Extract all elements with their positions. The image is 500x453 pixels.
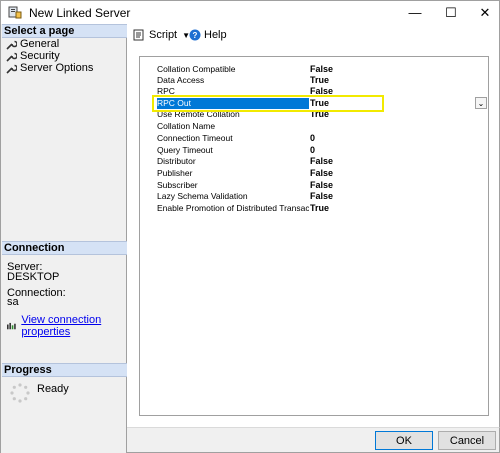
view-connection-row: View connection properties bbox=[7, 314, 126, 338]
linked-server-icon bbox=[8, 6, 22, 19]
connection-value: sa bbox=[7, 296, 19, 308]
option-name: Subscriber bbox=[157, 180, 198, 190]
page-item-security[interactable]: Security bbox=[6, 50, 60, 62]
highlight-box bbox=[152, 95, 384, 112]
option-value[interactable]: 0 bbox=[310, 145, 470, 156]
close-button[interactable]: ✕ bbox=[467, 1, 500, 24]
script-label: Script bbox=[149, 29, 178, 41]
page-item-label: Server Options bbox=[20, 62, 94, 74]
progress-status: Ready bbox=[37, 383, 69, 395]
help-button[interactable]: ? Help bbox=[189, 29, 227, 41]
option-value[interactable]: False bbox=[310, 64, 470, 75]
cancel-button[interactable]: Cancel bbox=[438, 431, 496, 450]
option-value[interactable]: 0 bbox=[310, 133, 470, 144]
window-title: New Linked Server bbox=[29, 6, 131, 20]
option-name: Connection Timeout bbox=[157, 133, 233, 143]
option-value[interactable]: False bbox=[310, 156, 470, 167]
option-value[interactable]: True bbox=[310, 75, 470, 86]
option-value[interactable]: True bbox=[310, 203, 470, 214]
option-row-publisher[interactable]: Publisher False bbox=[157, 168, 487, 179]
option-name: Lazy Schema Validation bbox=[157, 191, 248, 201]
option-value[interactable]: False bbox=[310, 180, 470, 191]
select-page-header: Select a page bbox=[2, 24, 127, 38]
option-name: Distributor bbox=[157, 156, 196, 166]
server-value: DESKTOP bbox=[7, 271, 60, 283]
option-row-distributor[interactable]: Distributor False bbox=[157, 156, 487, 167]
option-row-collation-compatible[interactable]: Collation Compatible False bbox=[157, 64, 487, 75]
chevron-down-icon[interactable]: ⌄ bbox=[475, 97, 487, 109]
help-label: Help bbox=[204, 29, 227, 41]
option-row-enable-promotion[interactable]: Enable Promotion of Distributed Transact… bbox=[157, 203, 487, 214]
ok-button[interactable]: OK bbox=[375, 431, 433, 450]
maximize-button[interactable]: ☐ bbox=[433, 1, 469, 24]
toolbar: Script ▼ ? Help bbox=[127, 24, 499, 48]
page-item-server-options[interactable]: Server Options bbox=[6, 62, 93, 74]
option-row-connection-timeout[interactable]: Connection Timeout 0 bbox=[157, 133, 487, 144]
progress-header: Progress bbox=[2, 363, 127, 377]
left-panel: Select a page General Security Server Op… bbox=[0, 24, 127, 453]
script-icon bbox=[133, 29, 144, 41]
option-row-data-access[interactable]: Data Access True bbox=[157, 75, 487, 86]
option-row-lazy-schema-validation[interactable]: Lazy Schema Validation False bbox=[157, 191, 487, 202]
option-row-collation-name[interactable]: Collation Name bbox=[157, 121, 487, 132]
title-bar: New Linked Server — ☐ ✕ bbox=[0, 0, 500, 24]
wrench-icon bbox=[6, 64, 17, 74]
option-name: Query Timeout bbox=[157, 145, 213, 155]
view-connection-properties-link[interactable]: View connection properties bbox=[21, 314, 126, 338]
option-name: Collation Compatible bbox=[157, 64, 236, 74]
minimize-button[interactable]: — bbox=[397, 1, 433, 24]
svg-text:?: ? bbox=[193, 31, 198, 40]
option-value[interactable]: False bbox=[310, 191, 470, 202]
connection-header: Connection bbox=[2, 241, 127, 255]
option-row-subscriber[interactable]: Subscriber False bbox=[157, 180, 487, 191]
footer: OK Cancel bbox=[127, 427, 500, 453]
option-name: Publisher bbox=[157, 168, 193, 178]
option-name: Enable Promotion of Distributed Transact… bbox=[157, 203, 309, 213]
page-item-label: Security bbox=[20, 50, 60, 62]
script-button[interactable]: Script ▼ bbox=[133, 29, 190, 41]
connection-icon bbox=[7, 322, 16, 329]
wrench-icon bbox=[6, 52, 17, 62]
wrench-icon bbox=[6, 40, 17, 50]
option-name: Data Access bbox=[157, 75, 205, 85]
option-name: Collation Name bbox=[157, 121, 216, 131]
page-item-label: General bbox=[20, 38, 60, 50]
help-icon: ? bbox=[189, 29, 201, 41]
option-value[interactable]: False bbox=[310, 168, 470, 179]
option-row-query-timeout[interactable]: Query Timeout 0 bbox=[157, 145, 487, 156]
right-panel: Script ▼ ? Help Collation Compatible Fal… bbox=[127, 24, 500, 427]
page-item-general[interactable]: General bbox=[6, 38, 59, 50]
option-value[interactable] bbox=[310, 121, 470, 132]
spinner-icon bbox=[10, 383, 30, 403]
